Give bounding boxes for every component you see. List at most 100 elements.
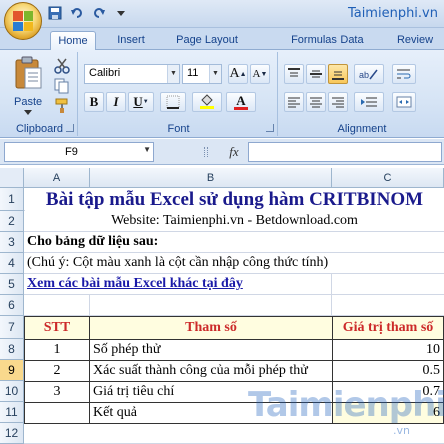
table-cell-stt[interactable]: 1 (24, 339, 90, 361)
row-header-7[interactable]: 7 (0, 316, 24, 339)
font-launcher-icon[interactable] (266, 124, 274, 132)
more-examples-link[interactable]: Xem các bài mẫu Excel khác tại đây (27, 274, 327, 294)
merge-center-button[interactable] (392, 92, 416, 112)
shrink-font-label: A (252, 68, 261, 80)
row-header-11[interactable]: 11 (0, 402, 24, 423)
paste-icon (15, 56, 42, 89)
table-header-value[interactable]: Giá trị tham số (332, 316, 444, 340)
sheet-title[interactable]: Bài tập mẫu Excel sử dụng hàm CRITBINOM (25, 188, 444, 211)
orientation-button[interactable]: ab (354, 64, 384, 84)
formula-bar: F9 ▼ fx (0, 139, 444, 165)
watermark-suffix: .vn (393, 424, 410, 437)
clipboard-group: Paste Clipboard (2, 52, 78, 136)
borders-icon (166, 95, 180, 109)
italic-label: I (113, 94, 119, 109)
row-header-3[interactable]: 3 (0, 232, 24, 253)
font-size-select[interactable]: 11 ▼ (182, 64, 222, 84)
copy-icon[interactable] (54, 78, 70, 94)
name-box-value: F9 (65, 146, 78, 158)
redo-icon[interactable] (90, 5, 108, 21)
tab-page-layout[interactable]: Page Layout (168, 31, 246, 50)
wrap-text-icon (397, 69, 411, 79)
row-header-8[interactable]: 8 (0, 339, 24, 360)
column-header-a[interactable]: A (24, 168, 90, 188)
row-header-12[interactable]: 12 (0, 423, 24, 444)
italic-button[interactable]: I (106, 92, 126, 112)
borders-button[interactable] (160, 92, 186, 112)
format-painter-icon[interactable] (54, 98, 70, 114)
align-middle-icon (310, 70, 322, 78)
indent-icon (361, 97, 377, 107)
table-header-param[interactable]: Tham số (89, 316, 333, 340)
table-cell-stt[interactable]: 3 (24, 381, 90, 403)
table-cell-value[interactable]: 0.5 (332, 360, 444, 382)
customize-toolbar-icon[interactable] (112, 5, 130, 21)
align-bottom-icon (332, 71, 344, 80)
fill-bucket-icon (200, 94, 214, 109)
select-all-corner[interactable] (0, 168, 24, 188)
align-bottom-button[interactable] (328, 64, 348, 84)
given-text[interactable]: Cho bảng dữ liệu sau: (27, 232, 427, 252)
table-header-stt[interactable]: STT (24, 316, 90, 340)
row-header-6[interactable]: 6 (0, 295, 24, 316)
merge-center-icon (396, 96, 412, 108)
row-header-10[interactable]: 10 (0, 381, 24, 402)
svg-text:ab: ab (359, 70, 369, 80)
undo-icon[interactable] (68, 5, 86, 21)
table-cell-stt[interactable]: 2 (24, 360, 90, 382)
align-top-button[interactable] (284, 64, 304, 84)
tab-data[interactable]: Data (334, 31, 370, 50)
office-logo-icon (13, 11, 33, 31)
office-button[interactable] (4, 2, 42, 40)
save-icon[interactable] (46, 5, 64, 21)
grow-font-button[interactable]: A ▲ (228, 64, 248, 84)
quick-access-toolbar (46, 5, 130, 21)
note-text[interactable]: (Chú ý: Cột màu xanh là cột cần nhập côn… (27, 253, 444, 273)
align-center-button[interactable] (306, 92, 326, 112)
chevron-down-icon: ▼ (167, 65, 179, 83)
table-cell-stt[interactable] (24, 402, 90, 424)
title-bar: Taimienphi.vn (0, 0, 444, 28)
row-header-1[interactable]: 1 (0, 188, 24, 211)
underline-button[interactable]: U ▼ (128, 92, 154, 112)
clipboard-launcher-icon[interactable] (66, 124, 74, 132)
tab-insert[interactable]: Insert (106, 31, 156, 50)
table-cell-param[interactable]: Số phép thử (89, 339, 333, 361)
column-header-b[interactable]: B (90, 168, 332, 188)
table-cell-value[interactable]: 10 (332, 339, 444, 361)
website-text[interactable]: Website: Taimienphi.vn - Betdownload.com (25, 211, 444, 231)
bold-button[interactable]: B (84, 92, 104, 112)
chevron-down-icon: ▼ (142, 99, 149, 105)
formula-input[interactable] (248, 142, 442, 162)
insert-function-button[interactable]: fx (222, 142, 246, 162)
fill-color-button[interactable] (192, 92, 222, 112)
font-family-select[interactable]: Calibri ▼ (84, 64, 180, 84)
formula-bar-resize-handle[interactable] (204, 147, 208, 157)
font-family-value: Calibri (89, 67, 121, 79)
tab-home[interactable]: Home (50, 31, 96, 51)
row-header-4[interactable]: 4 (0, 253, 24, 274)
name-box[interactable]: F9 ▼ (4, 142, 154, 162)
paste-label: Paste (14, 96, 43, 108)
wrap-text-button[interactable] (392, 64, 416, 84)
align-middle-button[interactable] (306, 64, 326, 84)
row-header-2[interactable]: 2 (0, 211, 24, 232)
font-color-button[interactable]: A (226, 92, 256, 112)
cut-icon[interactable] (54, 58, 70, 74)
align-left-button[interactable] (284, 92, 304, 112)
indent-button[interactable] (354, 92, 384, 112)
align-right-button[interactable] (328, 92, 348, 112)
row-header-9[interactable]: 9 (0, 360, 24, 381)
align-left-icon (288, 97, 300, 108)
table-cell-param[interactable]: Xác suất thành công của mỗi phép thử (89, 360, 333, 382)
alignment-group-label: Alignment (337, 123, 387, 135)
shrink-font-button[interactable]: A ▼ (250, 64, 270, 84)
font-color-swatch (234, 106, 248, 110)
ribbon: Paste Clipboard Calibri ▼ 11 ▼ A ▲ A ▼ B… (0, 50, 444, 138)
paste-button[interactable]: Paste (8, 56, 48, 115)
align-right-icon (332, 97, 344, 108)
row-header-5[interactable]: 5 (0, 274, 24, 295)
grow-font-label: A (229, 66, 240, 81)
tab-review[interactable]: Review (390, 31, 440, 50)
column-header-c[interactable]: C (332, 168, 444, 188)
